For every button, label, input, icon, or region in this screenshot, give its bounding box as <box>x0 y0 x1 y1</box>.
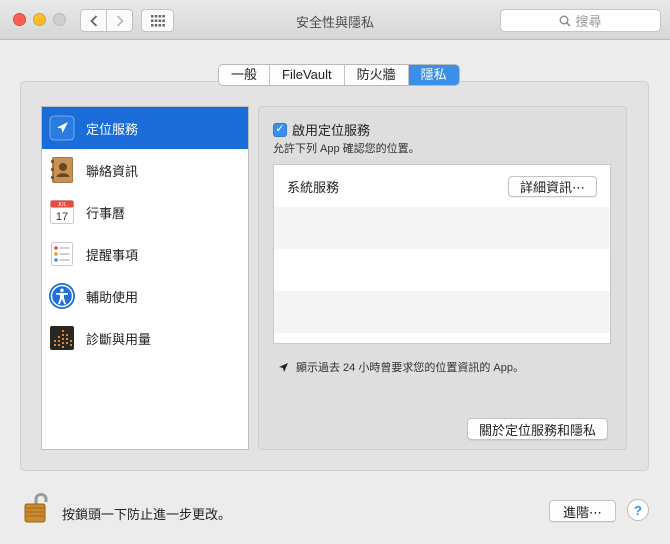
sidebar-item-label: 定位服務 <box>86 121 139 137</box>
sidebar-item-reminders[interactable]: 提醒事項 <box>42 233 248 275</box>
empty-row <box>274 333 610 343</box>
sidebar-item-accessibility[interactable]: 輔助使用 <box>42 275 248 317</box>
location-subtitle: 允許下列 App 確認您的位置。 <box>273 143 420 155</box>
diagnostics-icon <box>48 324 76 352</box>
tab-firewall[interactable]: 防火牆 <box>344 65 409 85</box>
tab-general[interactable]: 一般 <box>219 65 271 85</box>
empty-row <box>274 249 610 291</box>
search-placeholder: 搜尋 <box>575 14 602 29</box>
details-button[interactable]: 詳細資訊⋯ <box>507 175 597 197</box>
recent-location-hint: 顯示過去 24 小時曾要求您的位置資訊的 App。 <box>278 359 524 375</box>
location-app-list: 系統服務 詳細資訊⋯ <box>273 164 611 344</box>
enable-location-label: 啟用定位服務 <box>292 123 371 138</box>
enable-location-services-checkbox[interactable]: ✓ 啟用定位服務 <box>273 120 370 139</box>
sidebar-item-label: 輔助使用 <box>86 289 139 305</box>
empty-row <box>274 207 610 249</box>
empty-row <box>274 291 610 333</box>
lock-instruction: 按鎖頭一下防止進一步更改。 <box>62 507 232 522</box>
app-row-system-services[interactable]: 系統服務 詳細資訊⋯ <box>274 165 610 207</box>
contacts-book-icon <box>48 156 76 184</box>
tab-privacy[interactable]: 隱私 <box>408 65 459 85</box>
sidebar-item-label: 行事曆 <box>86 205 126 221</box>
calendar-day: 17 <box>56 211 68 223</box>
calendar-month: JUL <box>58 202 67 208</box>
tab-filevault[interactable]: FileVault <box>270 65 345 85</box>
search-icon <box>559 15 572 27</box>
checkmark-icon: ✓ <box>273 122 287 137</box>
sidebar-item-diagnostics[interactable]: 診斷與用量 <box>42 317 248 359</box>
sidebar-item-label: 診斷與用量 <box>86 331 152 347</box>
location-arrow-small-icon <box>279 362 288 372</box>
about-location-privacy-button[interactable]: 關於定位服務和隱私 <box>467 418 609 440</box>
app-name: 系統服務 <box>287 179 340 195</box>
hint-text: 顯示過去 24 小時曾要求您的位置資訊的 App。 <box>296 362 524 374</box>
calendar-icon: JUL 17 <box>48 198 76 226</box>
lock-icon[interactable] <box>22 490 52 524</box>
privacy-category-list: 定位服務 聯絡資訊 JUL 17 行事曆 提醒事項 輔助使用 診斷與用量 <box>41 106 249 450</box>
sidebar-item-label: 聯絡資訊 <box>86 163 139 179</box>
help-button[interactable]: ? <box>627 499 649 521</box>
search-field[interactable]: 搜尋 <box>500 9 661 32</box>
advanced-button[interactable]: 進階⋯ <box>549 500 617 522</box>
sidebar-item-contacts[interactable]: 聯絡資訊 <box>42 149 248 191</box>
tab-bar: 一般 FileVault 防火牆 隱私 <box>218 64 460 86</box>
accessibility-icon <box>48 282 76 310</box>
reminders-icon <box>48 240 76 268</box>
location-arrow-icon <box>48 114 76 142</box>
sidebar-item-label: 提醒事項 <box>86 247 139 263</box>
title-bar: 安全性與隱私 搜尋 <box>0 0 670 40</box>
sidebar-item-calendar[interactable]: JUL 17 行事曆 <box>42 191 248 233</box>
sidebar-item-location-services[interactable]: 定位服務 <box>42 107 248 149</box>
